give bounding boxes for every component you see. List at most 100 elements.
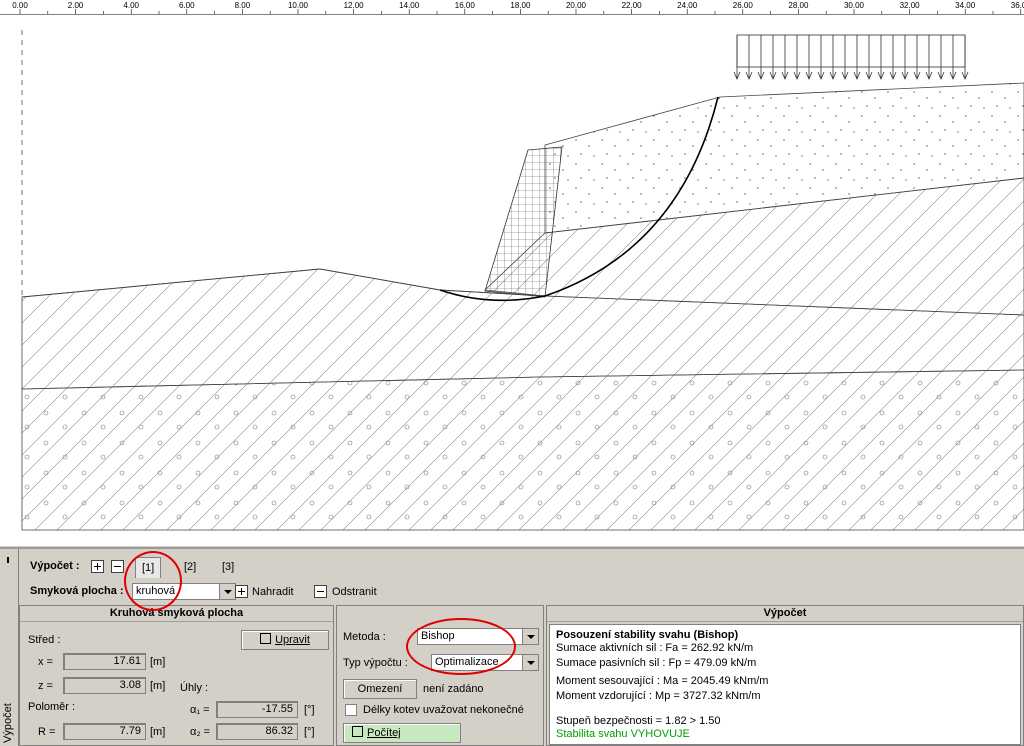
limits-button[interactable]: Omezení — [343, 679, 417, 699]
load-arrow — [925, 35, 933, 81]
remove-button[interactable]: Odstranit — [332, 586, 377, 598]
load-arrow — [865, 35, 873, 81]
alpha2-unit: [°] — [304, 726, 315, 738]
ruler-tick-label: 4.00 — [123, 1, 139, 10]
r-label: R = — [38, 726, 56, 738]
ruler-tick-label: 22.00 — [622, 1, 643, 10]
calculation-panel: Výpočet Výpočet : [1] [2] [3] Smyková pl… — [0, 547, 1024, 746]
load-arrow — [733, 35, 741, 81]
edit-icon — [260, 633, 272, 644]
center-label: Střed : — [28, 634, 61, 646]
load-arrow — [769, 35, 777, 81]
ruler-tick-label: 28.00 — [788, 1, 809, 10]
add-icon[interactable] — [91, 560, 104, 573]
ruler-tick-label: 20.00 — [566, 1, 587, 10]
alpha1-field[interactable]: -17.55 — [216, 701, 298, 718]
load-arrow — [805, 35, 813, 81]
load-arrow — [889, 35, 897, 81]
center-z-field[interactable]: 3.08 — [63, 677, 146, 694]
replace-icon[interactable] — [235, 585, 248, 598]
ruler-scale: 0.00 2.00 4.00 6.00 8.00 10.00 12.00 14.00 16.00… — [12, 1, 1024, 14]
anchors-label: Délky kotev uvažovat nekonečné — [363, 704, 524, 716]
calculation-label: Výpočet : — [30, 560, 80, 572]
radius-field[interactable]: 7.79 — [63, 723, 146, 740]
load-arrow — [841, 35, 849, 81]
remove-slip-icon[interactable] — [314, 585, 327, 598]
z-unit: [m] — [150, 680, 166, 692]
results-title: Výpočet — [547, 606, 1023, 622]
alpha1-label: α₁ = — [190, 704, 210, 716]
play-icon — [352, 726, 363, 737]
ruler-tick-label: 2.00 — [68, 1, 84, 10]
load-arrow — [877, 35, 885, 81]
ruler-tick-label: 0.00 — [12, 1, 28, 10]
edit-button[interactable]: Upravit — [241, 630, 329, 650]
tab-calc-2[interactable]: [2] — [178, 557, 202, 577]
radius-label: Poloměr : — [28, 701, 76, 713]
annotation-ellipse-slip — [124, 551, 182, 611]
result-line-3: Moment sesouvající : Ma = 2045.49 kNm/m — [556, 675, 769, 687]
load-arrow — [757, 35, 765, 81]
tab-calc-3[interactable]: [3] — [216, 557, 240, 577]
load-arrow — [817, 35, 825, 81]
ruler-tick-label: 32.00 — [900, 1, 921, 10]
angles-label: Úhly : — [180, 682, 209, 694]
compute-label: Počítej — [367, 727, 401, 739]
safety-factor: Stupeň bezpečnosti = 1.82 > 1.50 — [556, 715, 721, 727]
ruler-tick-label: 10.00 — [288, 1, 309, 10]
alpha2-field[interactable]: 86.32 — [216, 723, 298, 740]
load-arrow — [961, 35, 969, 81]
slope-canvas[interactable] — [0, 15, 1024, 546]
slope-drawing — [21, 30, 1024, 531]
result-line-1: Sumace aktivních sil : Fa = 262.92 kN/m — [556, 642, 754, 654]
results-heading: Posouzení stability svahu (Bishop) — [556, 629, 739, 641]
ruler-tick-label: 12.00 — [344, 1, 365, 10]
stability-verdict: Stabilita svahu VYHOVUJE — [556, 728, 690, 740]
load-arrow — [937, 35, 945, 81]
results-output: Posouzení stability svahu (Bishop) Sumac… — [549, 624, 1021, 745]
side-tab-label: Výpočet — [2, 703, 14, 743]
load-arrow — [853, 35, 861, 81]
circular-slip-title: Kruhová smyková plocha — [20, 606, 333, 622]
load-arrow — [829, 35, 837, 81]
result-line-2: Sumace pasivních sil : Fp = 479.09 kN/m — [556, 657, 757, 669]
remove-icon[interactable] — [111, 560, 124, 573]
load-arrow — [913, 35, 921, 81]
method-label: Metoda : — [343, 631, 386, 643]
slip-surface-label: Smyková plocha : — [30, 585, 124, 597]
ruler-tick-label: 16.00 — [455, 1, 476, 10]
side-tab-marker — [7, 557, 9, 563]
r-unit: [m] — [150, 726, 166, 738]
load-arrow — [901, 35, 909, 81]
ruler-tick-label: 8.00 — [235, 1, 251, 10]
alpha2-label: α₂ = — [190, 726, 211, 738]
chevron-down-icon — [522, 629, 538, 644]
x-label: x = — [38, 656, 53, 668]
compute-button[interactable]: Počítej — [343, 723, 461, 743]
replace-button[interactable]: Nahradit — [252, 586, 294, 598]
ruler-tick-label: 24.00 — [677, 1, 698, 10]
load-arrow — [781, 35, 789, 81]
calc-type-label: Typ výpočtu : — [343, 657, 408, 669]
chevron-down-icon — [522, 655, 538, 670]
edit-label: Upravit — [275, 634, 310, 646]
horizontal-ruler: 0.00 2.00 4.00 6.00 8.00 10.00 12.00 14.00 16.00… — [0, 0, 1024, 15]
alpha1-unit: [°] — [304, 704, 315, 716]
chevron-down-icon — [219, 584, 235, 599]
result-line-4: Moment vzdorující : Mp = 3727.32 kNm/m — [556, 690, 761, 702]
ruler-tick-label: 26.00 — [733, 1, 754, 10]
side-tab[interactable]: Výpočet — [0, 549, 19, 746]
center-x-field[interactable]: 17.61 — [63, 653, 146, 670]
ruler-tick-label: 36.00 — [1011, 1, 1024, 10]
anchors-checkbox[interactable] — [345, 704, 357, 716]
z-label: z = — [38, 680, 53, 692]
ruler-tick-label: 18.00 — [510, 1, 531, 10]
ruler-tick-label: 14.00 — [399, 1, 420, 10]
x-unit: [m] — [150, 656, 166, 668]
ruler-tick-label: 6.00 — [179, 1, 195, 10]
annotation-ellipse-method — [406, 618, 516, 675]
ruler-tick-label: 30.00 — [844, 1, 865, 10]
ruler-tick-label: 34.00 — [955, 1, 976, 10]
load-arrow — [793, 35, 801, 81]
results-panel: Výpočet Posouzení stability svahu (Bisho… — [546, 605, 1024, 746]
